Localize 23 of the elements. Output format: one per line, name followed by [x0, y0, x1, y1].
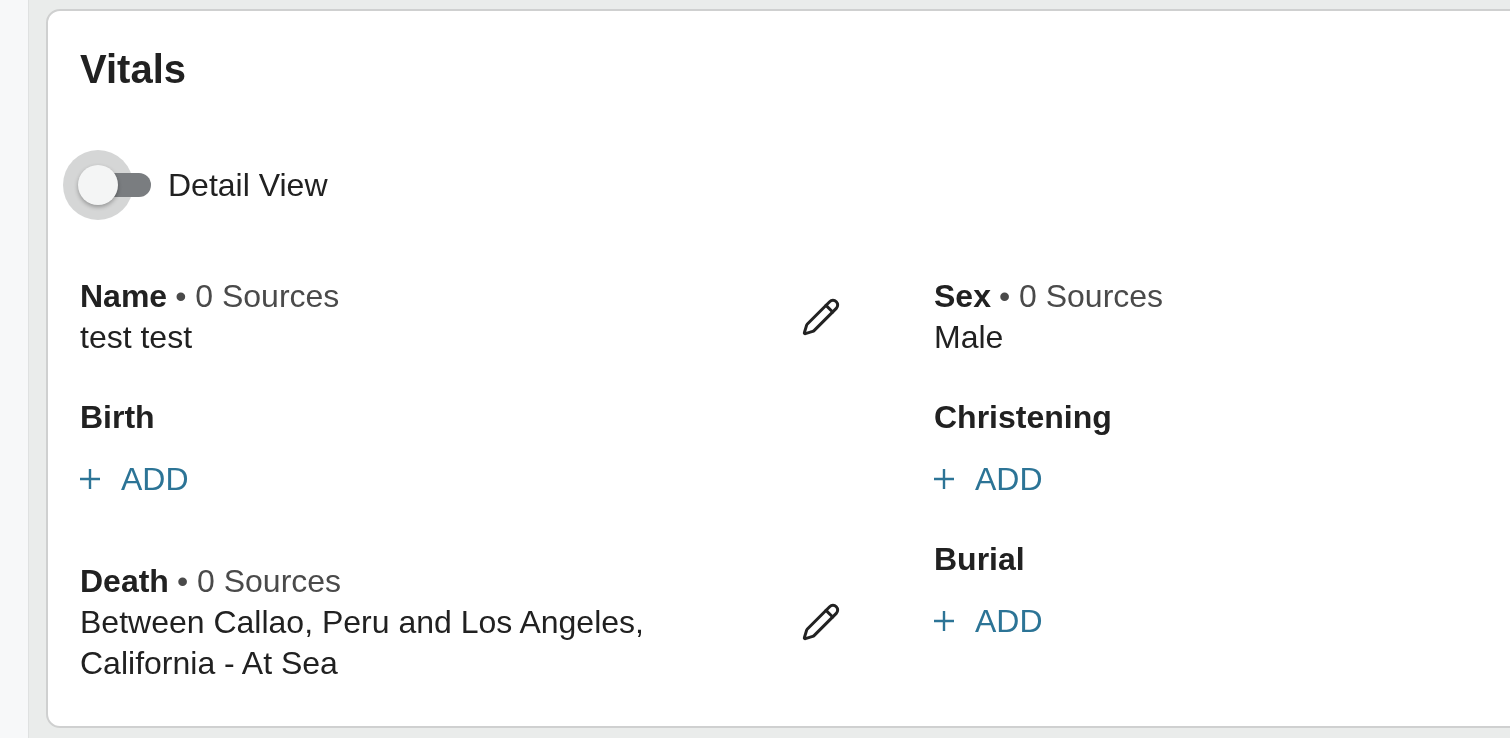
plus-icon [80, 469, 100, 489]
fact-label: Name [80, 277, 168, 316]
detail-view-switch[interactable] [63, 150, 151, 220]
fact-value: Male [934, 318, 1004, 357]
fact-label: Christening [934, 398, 1112, 437]
add-button[interactable]: ADD [934, 458, 1043, 500]
add-button[interactable]: ADD [934, 600, 1043, 642]
plus-icon [934, 469, 954, 489]
fact-label: Birth [80, 398, 155, 437]
fact-label: Sex [934, 277, 991, 316]
plus-icon [934, 611, 954, 631]
fact-label: Death [80, 562, 169, 601]
pencil-icon [801, 296, 841, 337]
source-count: • 0 Sources [998, 277, 1164, 316]
switch-label: Detail View [168, 166, 328, 205]
source-count: • 0 Sources [175, 277, 340, 316]
fact-value: test test [80, 318, 193, 357]
source-count: • 0 Sources [176, 562, 342, 601]
section-title: Vitals [80, 46, 186, 93]
add-button[interactable]: ADD [80, 458, 189, 500]
fact-value: Between Callao, Peru and Los Angeles, California - At Sea [80, 603, 645, 683]
fact-label: Burial [934, 540, 1025, 579]
pencil-icon [801, 602, 841, 642]
